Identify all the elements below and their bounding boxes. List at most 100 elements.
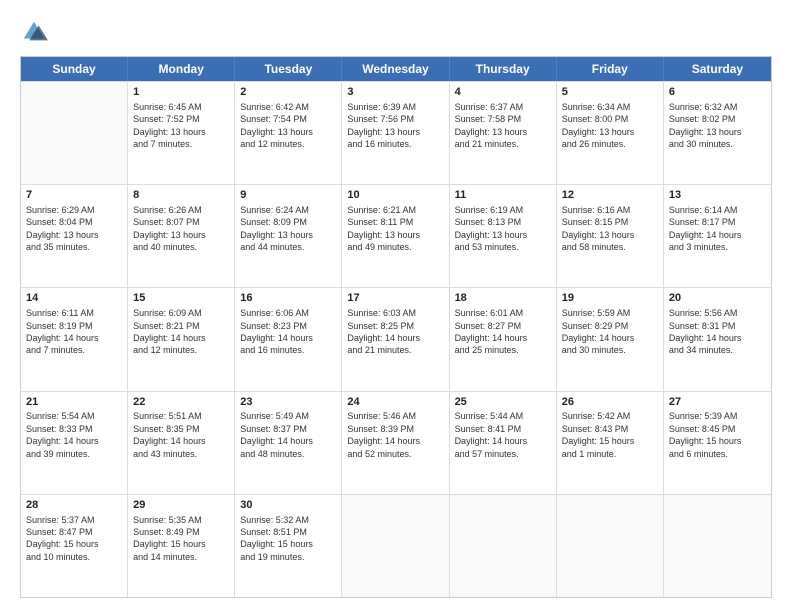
day-number: 9 — [240, 188, 336, 203]
calendar-cell: 27Sunrise: 5:39 AMSunset: 8:45 PMDayligh… — [664, 392, 771, 494]
day-info: Sunrise: 6:11 AMSunset: 8:19 PMDaylight:… — [26, 307, 122, 357]
calendar-cell: 28Sunrise: 5:37 AMSunset: 8:47 PMDayligh… — [21, 495, 128, 597]
day-number: 14 — [26, 291, 122, 306]
day-number: 15 — [133, 291, 229, 306]
day-info: Sunrise: 6:14 AMSunset: 8:17 PMDaylight:… — [669, 204, 766, 254]
day-number: 20 — [669, 291, 766, 306]
day-info: Sunrise: 5:44 AMSunset: 8:41 PMDaylight:… — [455, 410, 551, 460]
calendar-cell: 24Sunrise: 5:46 AMSunset: 8:39 PMDayligh… — [342, 392, 449, 494]
calendar-cell: 10Sunrise: 6:21 AMSunset: 8:11 PMDayligh… — [342, 185, 449, 287]
day-info: Sunrise: 6:29 AMSunset: 8:04 PMDaylight:… — [26, 204, 122, 254]
day-info: Sunrise: 5:46 AMSunset: 8:39 PMDaylight:… — [347, 410, 443, 460]
day-number: 19 — [562, 291, 658, 306]
calendar-cell: 6Sunrise: 6:32 AMSunset: 8:02 PMDaylight… — [664, 82, 771, 184]
calendar-cell: 5Sunrise: 6:34 AMSunset: 8:00 PMDaylight… — [557, 82, 664, 184]
calendar-row: 14Sunrise: 6:11 AMSunset: 8:19 PMDayligh… — [21, 287, 771, 390]
calendar-cell — [450, 495, 557, 597]
day-number: 23 — [240, 395, 336, 410]
calendar-cell: 9Sunrise: 6:24 AMSunset: 8:09 PMDaylight… — [235, 185, 342, 287]
day-number: 5 — [562, 85, 658, 100]
day-number: 12 — [562, 188, 658, 203]
day-number: 10 — [347, 188, 443, 203]
day-info: Sunrise: 5:37 AMSunset: 8:47 PMDaylight:… — [26, 514, 122, 564]
calendar-cell: 8Sunrise: 6:26 AMSunset: 8:07 PMDaylight… — [128, 185, 235, 287]
calendar-cell: 20Sunrise: 5:56 AMSunset: 8:31 PMDayligh… — [664, 288, 771, 390]
day-info: Sunrise: 5:49 AMSunset: 8:37 PMDaylight:… — [240, 410, 336, 460]
day-number: 7 — [26, 188, 122, 203]
calendar-row: 7Sunrise: 6:29 AMSunset: 8:04 PMDaylight… — [21, 184, 771, 287]
page-header — [20, 18, 772, 46]
day-number: 4 — [455, 85, 551, 100]
day-info: Sunrise: 6:39 AMSunset: 7:56 PMDaylight:… — [347, 101, 443, 151]
cal-header-day: Monday — [128, 57, 235, 81]
calendar-cell: 2Sunrise: 6:42 AMSunset: 7:54 PMDaylight… — [235, 82, 342, 184]
day-number: 26 — [562, 395, 658, 410]
day-number: 8 — [133, 188, 229, 203]
day-number: 3 — [347, 85, 443, 100]
day-info: Sunrise: 6:24 AMSunset: 8:09 PMDaylight:… — [240, 204, 336, 254]
calendar-cell: 23Sunrise: 5:49 AMSunset: 8:37 PMDayligh… — [235, 392, 342, 494]
day-number: 18 — [455, 291, 551, 306]
calendar-cell: 13Sunrise: 6:14 AMSunset: 8:17 PMDayligh… — [664, 185, 771, 287]
day-info: Sunrise: 5:35 AMSunset: 8:49 PMDaylight:… — [133, 514, 229, 564]
calendar-cell: 17Sunrise: 6:03 AMSunset: 8:25 PMDayligh… — [342, 288, 449, 390]
calendar-cell: 3Sunrise: 6:39 AMSunset: 7:56 PMDaylight… — [342, 82, 449, 184]
day-number: 24 — [347, 395, 443, 410]
day-info: Sunrise: 5:42 AMSunset: 8:43 PMDaylight:… — [562, 410, 658, 460]
day-number: 30 — [240, 498, 336, 513]
calendar-cell: 26Sunrise: 5:42 AMSunset: 8:43 PMDayligh… — [557, 392, 664, 494]
day-info: Sunrise: 6:01 AMSunset: 8:27 PMDaylight:… — [455, 307, 551, 357]
day-number: 11 — [455, 188, 551, 203]
day-number: 22 — [133, 395, 229, 410]
calendar-cell: 18Sunrise: 6:01 AMSunset: 8:27 PMDayligh… — [450, 288, 557, 390]
day-info: Sunrise: 6:21 AMSunset: 8:11 PMDaylight:… — [347, 204, 443, 254]
day-info: Sunrise: 6:16 AMSunset: 8:15 PMDaylight:… — [562, 204, 658, 254]
day-info: Sunrise: 6:34 AMSunset: 8:00 PMDaylight:… — [562, 101, 658, 151]
calendar-cell: 19Sunrise: 5:59 AMSunset: 8:29 PMDayligh… — [557, 288, 664, 390]
calendar-cell — [342, 495, 449, 597]
calendar-cell: 11Sunrise: 6:19 AMSunset: 8:13 PMDayligh… — [450, 185, 557, 287]
calendar-cell: 4Sunrise: 6:37 AMSunset: 7:58 PMDaylight… — [450, 82, 557, 184]
day-info: Sunrise: 5:51 AMSunset: 8:35 PMDaylight:… — [133, 410, 229, 460]
calendar: SundayMondayTuesdayWednesdayThursdayFrid… — [20, 56, 772, 598]
day-info: Sunrise: 6:06 AMSunset: 8:23 PMDaylight:… — [240, 307, 336, 357]
calendar-cell: 30Sunrise: 5:32 AMSunset: 8:51 PMDayligh… — [235, 495, 342, 597]
calendar-cell: 22Sunrise: 5:51 AMSunset: 8:35 PMDayligh… — [128, 392, 235, 494]
cal-header-day: Wednesday — [342, 57, 449, 81]
day-info: Sunrise: 5:59 AMSunset: 8:29 PMDaylight:… — [562, 307, 658, 357]
day-number: 2 — [240, 85, 336, 100]
day-info: Sunrise: 5:32 AMSunset: 8:51 PMDaylight:… — [240, 514, 336, 564]
day-info: Sunrise: 6:09 AMSunset: 8:21 PMDaylight:… — [133, 307, 229, 357]
day-number: 28 — [26, 498, 122, 513]
day-info: Sunrise: 6:37 AMSunset: 7:58 PMDaylight:… — [455, 101, 551, 151]
day-number: 13 — [669, 188, 766, 203]
cal-header-day: Thursday — [450, 57, 557, 81]
calendar-cell — [664, 495, 771, 597]
calendar-cell — [557, 495, 664, 597]
calendar-cell: 14Sunrise: 6:11 AMSunset: 8:19 PMDayligh… — [21, 288, 128, 390]
cal-header-day: Friday — [557, 57, 664, 81]
day-number: 6 — [669, 85, 766, 100]
calendar-cell: 1Sunrise: 6:45 AMSunset: 7:52 PMDaylight… — [128, 82, 235, 184]
calendar-cell: 25Sunrise: 5:44 AMSunset: 8:41 PMDayligh… — [450, 392, 557, 494]
day-info: Sunrise: 6:03 AMSunset: 8:25 PMDaylight:… — [347, 307, 443, 357]
day-info: Sunrise: 6:45 AMSunset: 7:52 PMDaylight:… — [133, 101, 229, 151]
day-info: Sunrise: 6:32 AMSunset: 8:02 PMDaylight:… — [669, 101, 766, 151]
calendar-row: 1Sunrise: 6:45 AMSunset: 7:52 PMDaylight… — [21, 81, 771, 184]
calendar-cell — [21, 82, 128, 184]
calendar-cell: 15Sunrise: 6:09 AMSunset: 8:21 PMDayligh… — [128, 288, 235, 390]
logo — [20, 18, 52, 46]
day-number: 1 — [133, 85, 229, 100]
calendar-cell: 21Sunrise: 5:54 AMSunset: 8:33 PMDayligh… — [21, 392, 128, 494]
day-info: Sunrise: 5:54 AMSunset: 8:33 PMDaylight:… — [26, 410, 122, 460]
calendar-cell: 7Sunrise: 6:29 AMSunset: 8:04 PMDaylight… — [21, 185, 128, 287]
calendar-header: SundayMondayTuesdayWednesdayThursdayFrid… — [21, 57, 771, 81]
day-info: Sunrise: 6:42 AMSunset: 7:54 PMDaylight:… — [240, 101, 336, 151]
cal-header-day: Tuesday — [235, 57, 342, 81]
day-number: 16 — [240, 291, 336, 306]
day-number: 17 — [347, 291, 443, 306]
calendar-row: 28Sunrise: 5:37 AMSunset: 8:47 PMDayligh… — [21, 494, 771, 597]
day-info: Sunrise: 5:56 AMSunset: 8:31 PMDaylight:… — [669, 307, 766, 357]
cal-header-day: Sunday — [21, 57, 128, 81]
day-number: 25 — [455, 395, 551, 410]
